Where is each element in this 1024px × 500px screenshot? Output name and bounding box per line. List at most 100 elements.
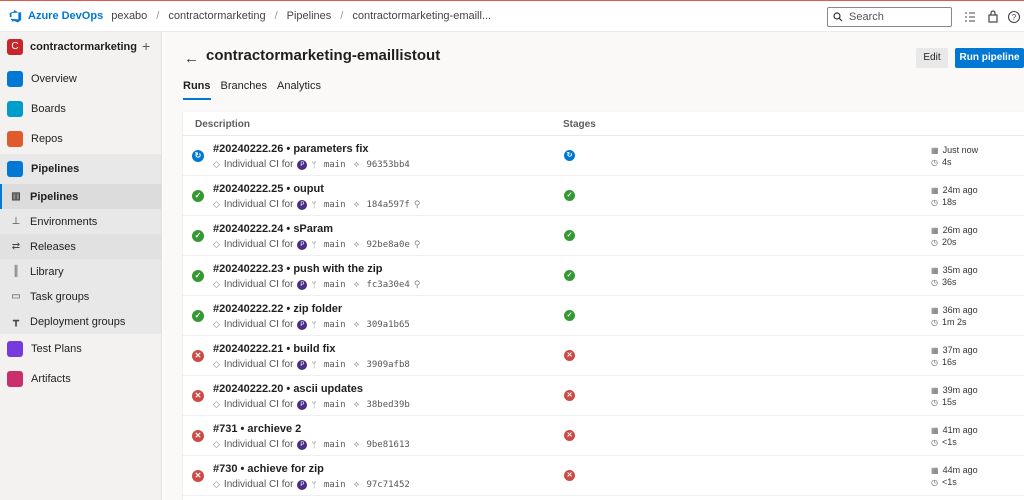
sidebar-subitem-deployment-groups[interactable]: ┳ Deployment groups [0, 309, 161, 334]
branch-name[interactable]: main [324, 280, 346, 290]
run-title[interactable]: #20240222.26 • parameters fix [213, 143, 369, 155]
stage-failed-icon[interactable]: ✕ [564, 350, 575, 361]
edit-button[interactable]: Edit [916, 48, 948, 68]
tab-branches[interactable]: Branches [221, 80, 267, 100]
run-title[interactable]: #20240222.21 • build fix [213, 343, 335, 355]
sidebar-item-test-plans[interactable]: Test Plans [0, 334, 161, 364]
run-pipeline-button[interactable]: Run pipeline [955, 48, 1024, 68]
branch-name[interactable]: main [324, 240, 346, 250]
branch-name[interactable]: main [324, 160, 346, 170]
tab-analytics[interactable]: Analytics [277, 80, 321, 100]
breadcrumb-section[interactable]: Pipelines [287, 10, 332, 22]
trigger-icon: ◇ [213, 479, 220, 489]
marketplace-bag-icon[interactable] [986, 10, 1000, 24]
table-row[interactable]: ✓ #20240222.24 • sParam ◇ Individual CI … [183, 216, 1024, 256]
table-row[interactable]: ✓ #20240222.23 • push with the zip ◇ Ind… [183, 256, 1024, 296]
commit-hash[interactable]: 38bed39b [366, 400, 409, 410]
project-name[interactable]: contractormarketing [30, 41, 137, 53]
stage-failed-icon[interactable]: ✕ [564, 470, 575, 481]
commit-hash[interactable]: 3909afb8 [366, 360, 409, 370]
breadcrumb-project[interactable]: contractormarketing [168, 10, 265, 22]
commit-hash[interactable]: 96353bb4 [366, 160, 409, 170]
run-title[interactable]: #20240222.22 • zip folder [213, 303, 342, 315]
top-bar: Azure DevOps pexabo / contractormarketin… [0, 0, 1024, 32]
brand[interactable]: Azure DevOps [8, 9, 103, 23]
sidebar-item-pipelines[interactable]: Pipelines [0, 154, 161, 184]
sidebar-subitem-library[interactable]: ║ Library [0, 259, 161, 284]
run-title[interactable]: #730 • achieve for zip [213, 463, 324, 475]
table-row[interactable]: ✕ #730 • achieve for zip ◇ Individual CI… [183, 456, 1024, 496]
sidebar-item-repos[interactable]: Repos [0, 124, 161, 154]
commit-hash[interactable]: fc3a30e4 [366, 280, 409, 290]
sidebar-item-artifacts[interactable]: Artifacts [0, 364, 161, 394]
pin-icon[interactable]: ⚲ [414, 239, 421, 250]
breadcrumb-separator: / [340, 10, 344, 22]
commit-hash[interactable]: 97c71452 [366, 480, 409, 490]
task-list-icon[interactable] [963, 10, 977, 24]
help-icon[interactable]: ? [1007, 10, 1021, 24]
deployment-groups-icon: ┳ [12, 315, 20, 327]
branch-name[interactable]: main [324, 200, 346, 210]
branch-name[interactable]: main [324, 320, 346, 330]
success-status-icon: ✓ [192, 270, 204, 282]
sidebar-subitem-environments[interactable]: ⊥ Environments [0, 209, 161, 234]
stage-failed-icon[interactable]: ✕ [564, 430, 575, 441]
table-row[interactable]: ✕ #20240222.20 • ascii updates ◇ Individ… [183, 376, 1024, 416]
search-placeholder[interactable]: Search [849, 11, 884, 23]
run-time: ▦ 24m ago [931, 185, 978, 195]
brand-name[interactable]: Azure DevOps [28, 10, 103, 22]
stage-running-icon[interactable]: ↻ [564, 150, 575, 161]
run-title[interactable]: #20240222.20 • ascii updates [213, 383, 363, 395]
commit-hash[interactable]: 309a1b65 [366, 320, 409, 330]
sidebar-item-label: Boards [31, 103, 66, 115]
sidebar-item-boards[interactable]: Boards [0, 94, 161, 124]
run-title[interactable]: #20240222.24 • sParam [213, 223, 333, 235]
sidebar-subitem-releases[interactable]: ⇄ Releases [0, 234, 161, 259]
tab-runs[interactable]: Runs [183, 80, 211, 100]
branch-icon: ᛘ [311, 279, 317, 290]
stage-success-icon[interactable]: ✓ [564, 190, 575, 201]
stage-success-icon[interactable]: ✓ [564, 230, 575, 241]
run-title[interactable]: #20240222.25 • ouput [213, 183, 324, 195]
run-time: ▦ 26m ago [931, 225, 978, 235]
trigger-label: Individual CI for [223, 279, 294, 290]
run-title[interactable]: #731 • archieve 2 [213, 423, 301, 435]
table-row[interactable]: ✕ #731 • archieve 2 ◇ Individual CI for … [183, 416, 1024, 456]
stage-success-icon[interactable]: ✓ [564, 270, 575, 281]
clock-icon: ◷ [931, 318, 938, 327]
table-row[interactable]: ✕ #20240222.21 • build fix ◇ Individual … [183, 336, 1024, 376]
search-box[interactable]: Search [827, 7, 952, 27]
table-row[interactable]: ✓ #20240222.25 • ouput ◇ Individual CI f… [183, 176, 1024, 216]
stage-success-icon[interactable]: ✓ [564, 310, 575, 321]
run-meta: ◇ Individual CI for P ᛘ main ⟡ 3909afb8 [213, 359, 410, 370]
sidebar-subitem-pipelines[interactable]: ▥ Pipelines [0, 184, 161, 209]
table-header: Description Stages [183, 112, 1024, 136]
commit-icon: ⟡ [353, 359, 360, 369]
branch-icon: ᛘ [311, 359, 317, 370]
sidebar-item-label: Pipelines [31, 163, 80, 175]
pin-icon[interactable]: ⚲ [414, 279, 421, 290]
run-title[interactable]: #20240222.23 • push with the zip [213, 263, 383, 275]
commit-hash[interactable]: 92be8a0e [366, 240, 409, 250]
table-row[interactable]: ✓ #20240222.22 • zip folder ◇ Individual… [183, 296, 1024, 336]
project-header[interactable]: C contractormarketing + [0, 32, 161, 62]
branch-name[interactable]: main [324, 480, 346, 490]
commit-hash[interactable]: 184a597f [366, 200, 409, 210]
success-status-icon: ✓ [192, 310, 204, 322]
sidebar-item-overview[interactable]: Overview [0, 64, 161, 94]
back-arrow-icon[interactable]: ← [184, 50, 199, 67]
run-duration: ◷ <1s [931, 437, 957, 447]
table-row[interactable]: ↻ #20240222.26 • parameters fix ◇ Indivi… [183, 136, 1024, 176]
stage-failed-icon[interactable]: ✕ [564, 390, 575, 401]
trigger-icon: ◇ [213, 199, 220, 209]
avatar: P [297, 279, 308, 290]
branch-name[interactable]: main [324, 360, 346, 370]
pin-icon[interactable]: ⚲ [414, 199, 421, 210]
breadcrumb-org[interactable]: pexabo [111, 10, 147, 22]
branch-name[interactable]: main [324, 440, 346, 450]
sidebar-subitem-task-groups[interactable]: ▭ Task groups [0, 284, 161, 309]
add-icon[interactable]: + [142, 38, 150, 54]
branch-name[interactable]: main [324, 400, 346, 410]
commit-hash[interactable]: 9be81613 [366, 440, 409, 450]
breadcrumb-pipeline[interactable]: contractormarketing-emaill... [352, 10, 491, 22]
